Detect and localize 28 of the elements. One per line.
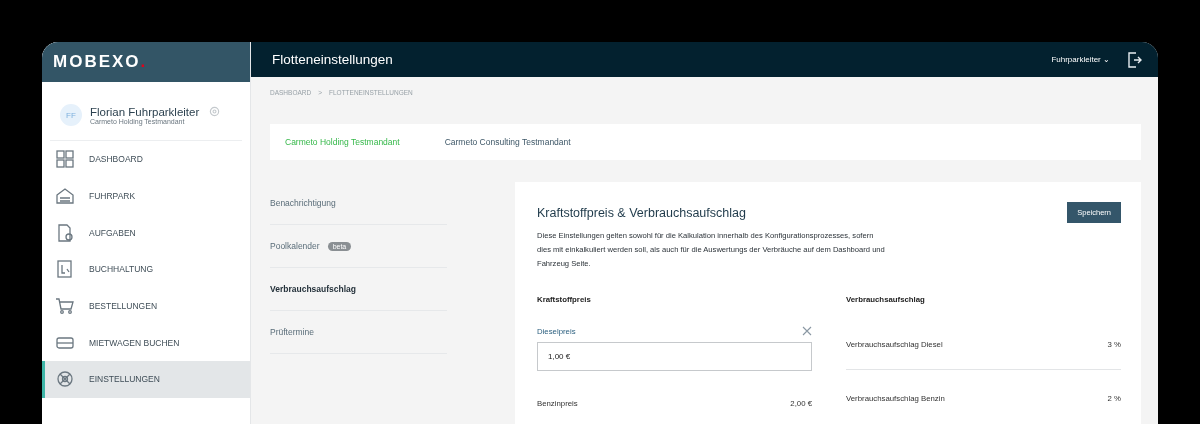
settings-menu-item[interactable]: Poolkalender: [270, 241, 320, 251]
document-icon: [55, 222, 75, 243]
sidebar-item[interactable]: MIETWAGEN BUCHEN: [42, 324, 250, 362]
sidebar-item[interactable]: FUHRPARK: [42, 177, 250, 215]
house-icon: [55, 186, 75, 207]
close-icon[interactable]: [802, 326, 812, 336]
price-input-field[interactable]: 1,00 €: [537, 342, 812, 371]
cart-icon: [55, 296, 75, 317]
user-name: Florian Fuhrparkleiter: [90, 105, 200, 118]
sidebar-item[interactable]: BUCHHALTUNG: [42, 251, 250, 288]
settings-icon[interactable]: [209, 106, 221, 117]
brand-logo[interactable]: MOBEXO.: [53, 52, 148, 72]
gear-icon: [55, 369, 75, 390]
sidebar-item[interactable]: BESTELLUNGEN: [42, 287, 250, 325]
grid-icon: [55, 149, 75, 170]
settings-menu-item[interactable]: Verbrauchsaufschlag: [270, 284, 356, 294]
card-title: Kraftstoffpreis & Verbrauchsaufschlag: [537, 205, 746, 220]
logout-icon[interactable]: [1128, 51, 1142, 68]
ledger-icon: [55, 259, 75, 280]
settings-menu-item[interactable]: Benachrichtigung: [270, 198, 336, 208]
sidebar-item[interactable]: DASHBOARD: [42, 141, 250, 178]
sidebar-item[interactable]: AUFGABEN: [42, 214, 250, 252]
user-menu[interactable]: Fuhrparkleiter ⌄: [1051, 55, 1110, 64]
settings-menu-item[interactable]: Prüftermine: [270, 327, 314, 337]
page-title: Flotteneinstellungen: [272, 52, 393, 67]
avatar: FF: [60, 104, 82, 126]
sidebar-item[interactable]: EINSTELLUNGEN: [42, 361, 250, 398]
tab[interactable]: Carmeto Consulting Testmandant: [444, 137, 571, 147]
